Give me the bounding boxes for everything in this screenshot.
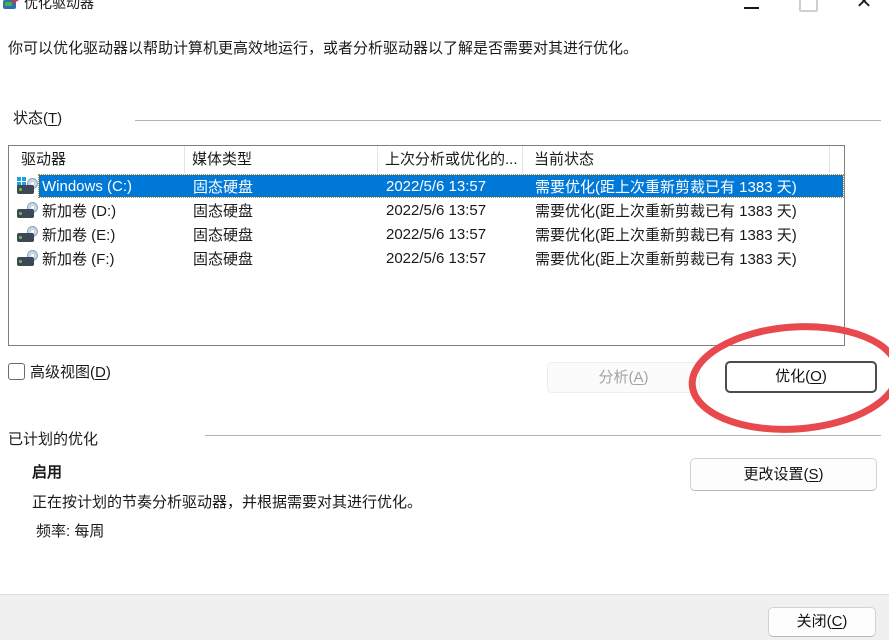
close-close: ) <box>842 613 847 630</box>
dialog-footer <box>0 594 889 640</box>
close-button[interactable]: 关闭(C) <box>768 607 876 637</box>
windows-drive-icon <box>17 177 39 195</box>
table-row[interactable]: 新加卷 (E:) 固态硬盘 2022/5/6 13:57 需要优化(距上次重新剪… <box>9 222 844 246</box>
scheduled-group-divider <box>205 435 881 436</box>
drive-icon <box>17 249 39 267</box>
close-mnemonic: C <box>832 613 843 630</box>
scheduled-frequency: 频率: 每周 <box>36 520 104 541</box>
scheduled-detail: 正在按计划的节奏分析驱动器，并根据需要对其进行优化。 <box>32 491 592 512</box>
scheduled-group-label: 已计划的优化 <box>8 428 98 449</box>
status-label-mnemonic: T <box>48 110 57 127</box>
advanced-view-checkbox[interactable] <box>8 363 25 380</box>
status-label-text: 状态( <box>13 110 48 127</box>
change-settings-button[interactable]: 更改设置(S) <box>690 458 877 491</box>
status-group-label: 状态(T) <box>13 107 62 128</box>
column-header-media[interactable]: 媒体类型 <box>185 146 378 173</box>
drive-led <box>19 260 22 263</box>
advanced-view-mnemonic: D <box>95 364 106 381</box>
scheduled-state: 启用 <box>32 461 62 482</box>
drive-last: 2022/5/6 13:57 <box>379 250 524 267</box>
optimize-text: 优化( <box>775 368 810 385</box>
drive-media: 固态硬盘 <box>186 176 379 197</box>
app-icon <box>3 0 19 10</box>
table-row[interactable]: Windows (C:) 固态硬盘 2022/5/6 13:57 需要优化(距上… <box>9 174 844 198</box>
optimize-mnemonic: O <box>810 368 822 385</box>
table-row[interactable]: 新加卷 (D:) 固态硬盘 2022/5/6 13:57 需要优化(距上次重新剪… <box>9 198 844 222</box>
column-header-last[interactable]: 上次分析或优化的... <box>378 146 523 173</box>
drive-name: 新加卷 (F:) <box>39 248 186 269</box>
column-header-filler <box>830 146 844 173</box>
drive-name: 新加卷 (D:) <box>39 200 186 221</box>
drive-icon <box>17 225 39 243</box>
advanced-view-label[interactable]: 高级视图(D) <box>30 361 111 382</box>
minimize-icon <box>744 7 759 9</box>
analyze-text: 分析( <box>598 369 633 386</box>
drive-media: 固态硬盘 <box>186 248 379 269</box>
app-icon-arrow2 <box>5 2 12 6</box>
column-header-drive[interactable]: 驱动器 <box>9 146 185 173</box>
drive-led <box>19 236 22 239</box>
change-settings-text: 更改设置( <box>743 466 808 483</box>
drive-media: 固态硬盘 <box>186 224 379 245</box>
dialog-description: 你可以优化驱动器以帮助计算机更高效地运行，或者分析驱动器以了解是否需要对其进行优… <box>8 39 878 59</box>
close-window-button[interactable]: ✕ <box>852 0 876 14</box>
change-settings-close: ) <box>819 466 824 483</box>
advanced-view-text: 高级视图( <box>30 364 95 381</box>
drive-media: 固态硬盘 <box>186 200 379 221</box>
drives-table-header: 驱动器 媒体类型 上次分析或优化的... 当前状态 <box>9 146 844 173</box>
advanced-view-close: ) <box>106 364 111 381</box>
app-icon-arrow <box>13 0 19 4</box>
status-label-close: ) <box>57 110 62 127</box>
maximize-button <box>799 0 818 12</box>
analyze-button: 分析(A) <box>547 362 700 393</box>
drive-icon <box>17 201 39 219</box>
drive-status: 需要优化(距上次重新剪裁已有 1383 天) <box>524 176 843 197</box>
analyze-mnemonic: A <box>633 369 643 386</box>
drive-led <box>19 188 22 191</box>
analyze-close: ) <box>644 369 649 386</box>
drive-name: 新加卷 (E:) <box>39 224 186 245</box>
drives-table[interactable]: 驱动器 媒体类型 上次分析或优化的... 当前状态 Windows (C:) 固… <box>8 145 845 346</box>
optimize-button[interactable]: 优化(O) <box>725 361 877 393</box>
optimize-close: ) <box>822 368 827 385</box>
drive-status: 需要优化(距上次重新剪裁已有 1383 天) <box>524 200 843 221</box>
drive-name: Windows (C:) <box>39 178 186 195</box>
status-group-divider <box>135 120 881 121</box>
minimize-button[interactable] <box>736 0 766 10</box>
drive-last: 2022/5/6 13:57 <box>379 202 524 219</box>
table-row[interactable]: 新加卷 (F:) 固态硬盘 2022/5/6 13:57 需要优化(距上次重新剪… <box>9 246 844 270</box>
column-header-status[interactable]: 当前状态 <box>523 146 830 173</box>
drive-status: 需要优化(距上次重新剪裁已有 1383 天) <box>524 248 843 269</box>
drive-led <box>19 212 22 215</box>
drive-status: 需要优化(距上次重新剪裁已有 1383 天) <box>524 224 843 245</box>
change-settings-mnemonic: S <box>808 466 818 483</box>
window-title: 优化驱动器 <box>24 0 94 13</box>
drive-last: 2022/5/6 13:57 <box>379 226 524 243</box>
close-text: 关闭( <box>797 613 832 630</box>
drive-last: 2022/5/6 13:57 <box>379 178 524 195</box>
